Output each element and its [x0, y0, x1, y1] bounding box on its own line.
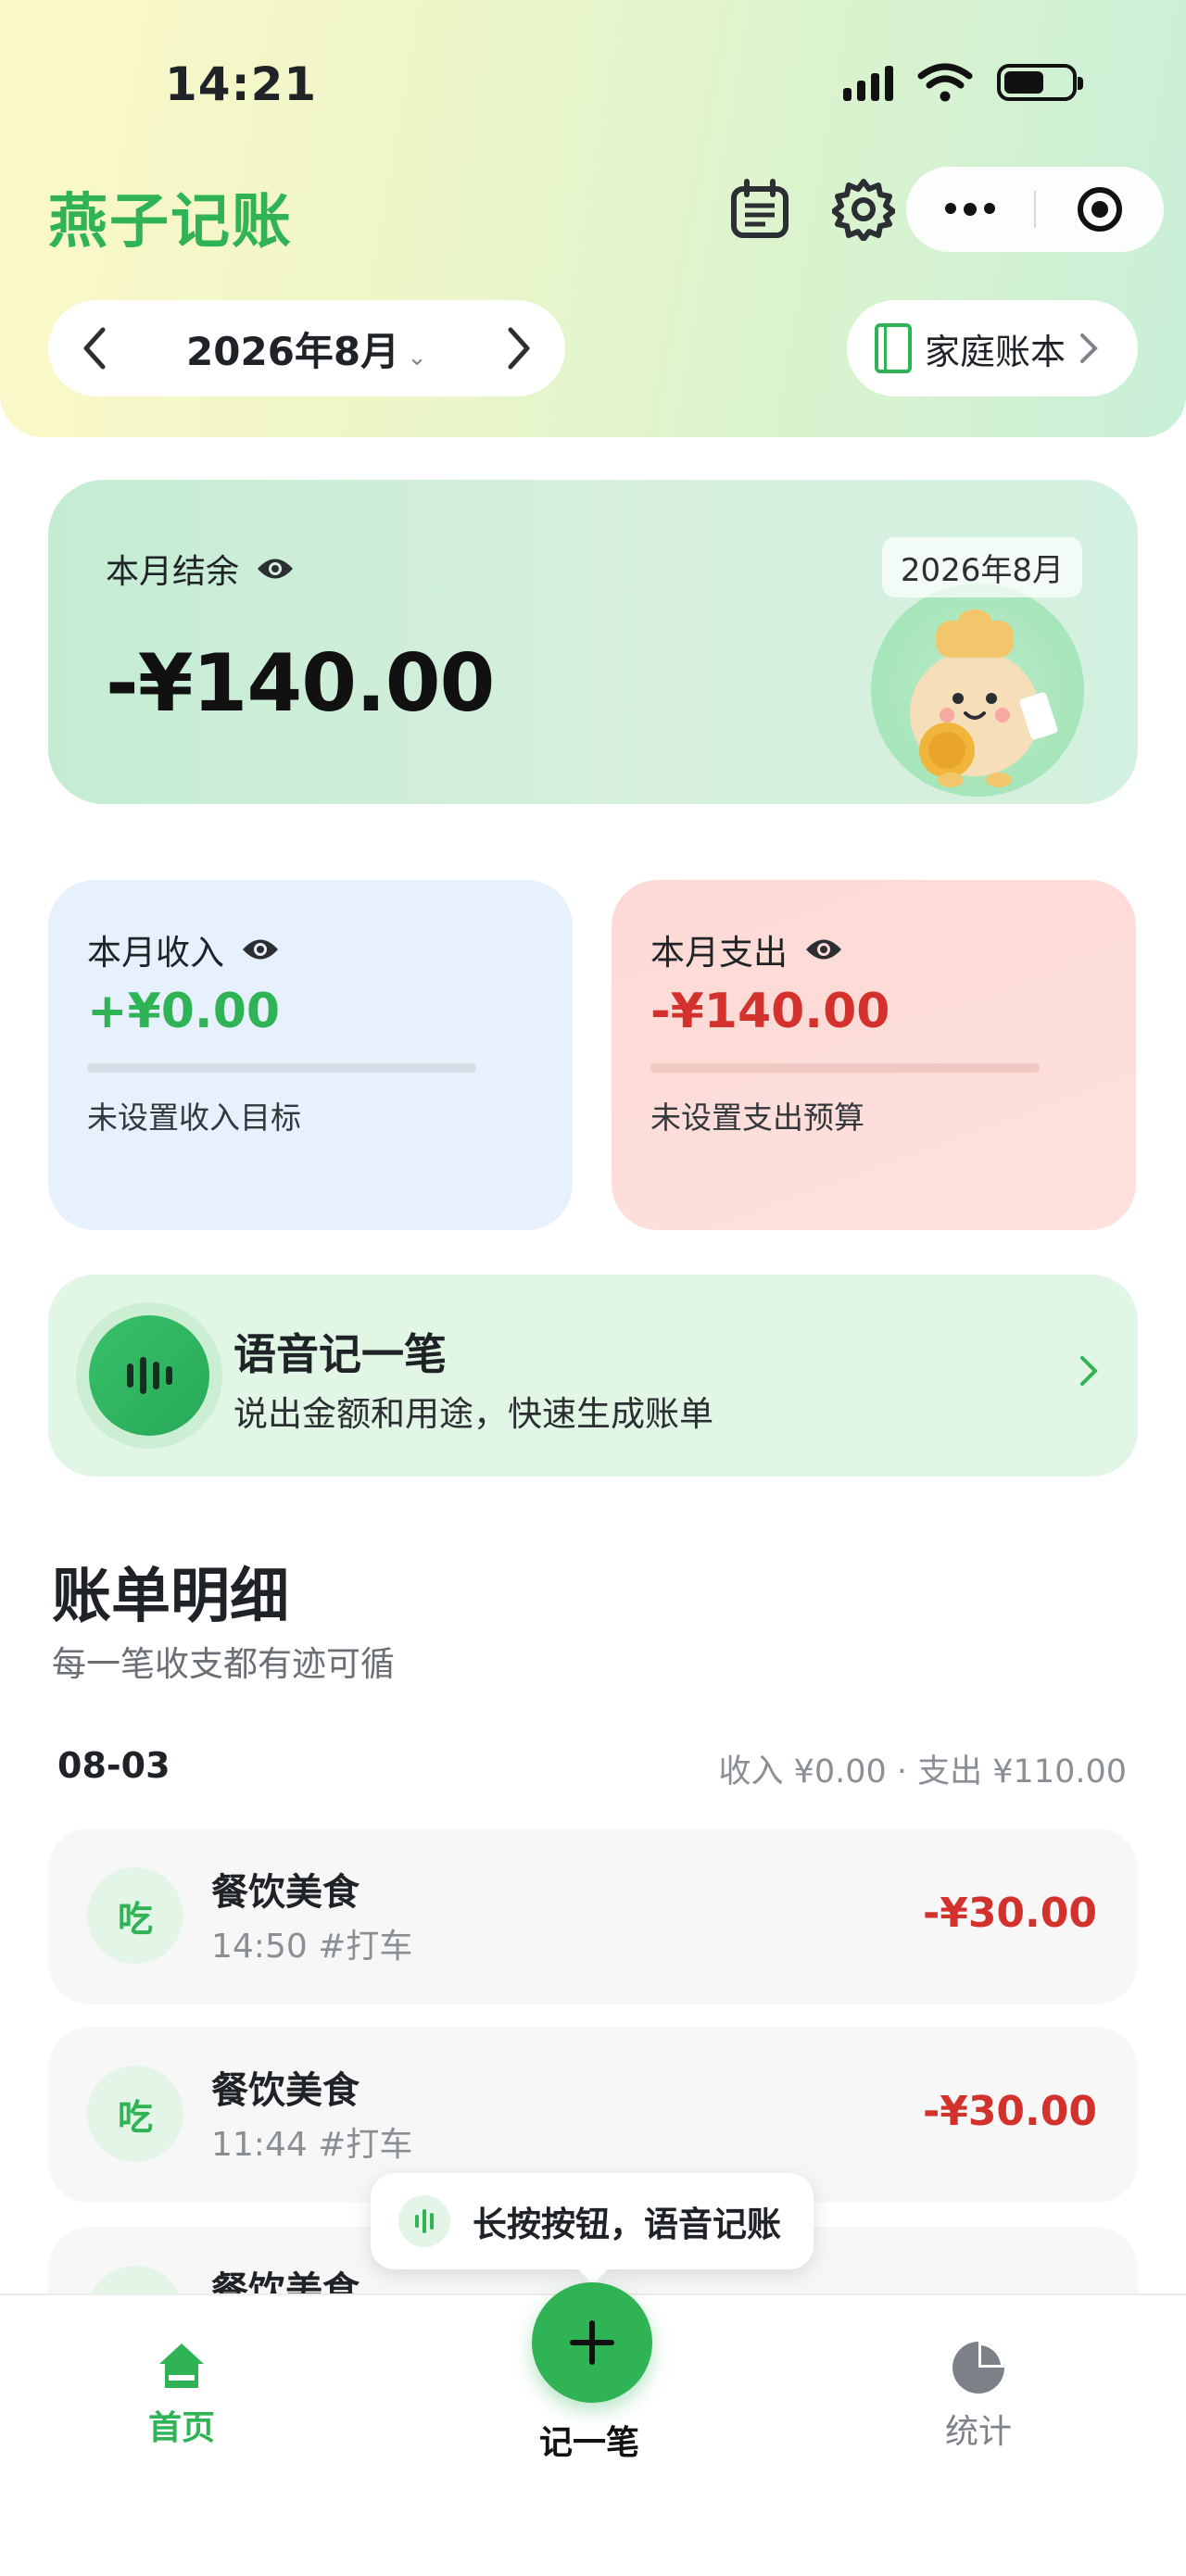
bills-subtitle: 每一笔收支都有迹可循: [52, 1644, 395, 1684]
expense-amount: -¥140.00: [650, 984, 890, 1039]
home-icon: [159, 2344, 204, 2388]
food-category-icon: 吃: [87, 1867, 183, 1964]
more-dots-icon[interactable]: [906, 203, 1034, 216]
record-icon[interactable]: [1036, 185, 1164, 233]
add-record-button[interactable]: [532, 2282, 652, 2403]
battery-icon: [997, 64, 1083, 101]
calendar-icon[interactable]: [728, 178, 791, 241]
mascot-illustration: [871, 584, 1084, 797]
day-summary: 收入 ¥0.00 · 支出 ¥110.00: [718, 1753, 1127, 1791]
month-dropdown[interactable]: 2026年8月 ⌄: [141, 320, 473, 377]
transaction-meta: 11:44 #打车: [211, 2126, 413, 2164]
book-selector-button[interactable]: 家庭账本: [847, 300, 1138, 396]
income-label: 本月收入: [87, 933, 224, 973]
eye-icon[interactable]: [804, 936, 843, 963]
food-category-icon: 吃: [87, 2066, 183, 2162]
income-amount: +¥0.00: [87, 984, 281, 1039]
signal-icon: [843, 64, 893, 101]
add-record-label: 记一笔: [539, 2424, 640, 2462]
chevron-right-icon: [1080, 333, 1098, 363]
expense-label-row: 本月支出: [650, 924, 843, 974]
voice-wave-icon: [398, 2195, 450, 2247]
transaction-category: 餐饮美食: [211, 1871, 360, 1914]
expense-budget-note: 未设置支出预算: [650, 1100, 864, 1136]
voice-title: 语音记一笔: [233, 1329, 447, 1379]
book-icon: [875, 323, 912, 373]
tooltip-text: 长按按钮，语音记账: [473, 2205, 781, 2244]
balance-label-row: 本月结余: [106, 545, 295, 593]
month-selector: 2026年8月 ⌄: [48, 300, 565, 396]
bottom-tab-bar: 首页 记一笔 统计: [0, 2282, 1186, 2576]
expense-progress-bar: [650, 1063, 1040, 1073]
transaction-amount: -¥30.00: [922, 2088, 1097, 2135]
income-progress-bar: [87, 1063, 476, 1073]
balance-month-tag: 2026年8月: [881, 537, 1082, 597]
income-label-row: 本月收入: [87, 924, 280, 974]
tab-stats[interactable]: 统计: [945, 2340, 1012, 2453]
chevron-left-icon: [83, 327, 106, 370]
mini-program-capsule: [906, 167, 1164, 252]
balance-label: 本月结余: [106, 553, 240, 591]
balance-card[interactable]: 本月结余 -¥140.00 2026年8月: [48, 480, 1138, 804]
expense-card[interactable]: 本月支出 -¥140.00 未设置支出预算: [612, 880, 1136, 1230]
balance-amount: -¥140.00: [106, 637, 495, 730]
tab-home-label: 首页: [148, 2409, 216, 2447]
expense-label: 本月支出: [650, 933, 788, 973]
tab-stats-label: 统计: [945, 2413, 1013, 2451]
chevron-right-icon: [1080, 1356, 1098, 1386]
book-label: 家庭账本: [925, 331, 1066, 372]
status-time: 14:21: [165, 57, 318, 111]
eye-icon[interactable]: [241, 936, 280, 963]
voice-subtitle: 说出金额和用途，快速生成账单: [233, 1394, 713, 1434]
app-title: 燕子记账: [48, 188, 293, 257]
chevron-down-icon: ⌄: [407, 343, 427, 371]
transaction-row[interactable]: 吃 餐饮美食 14:50 #打车 -¥30.00: [48, 1828, 1138, 2004]
transaction-amount: -¥30.00: [922, 1890, 1097, 1937]
eye-icon[interactable]: [256, 555, 295, 583]
status-icons: [843, 63, 1083, 102]
month-label: 2026年8月: [186, 328, 400, 374]
income-goal-note: 未设置收入目标: [87, 1100, 301, 1136]
wifi-icon: [917, 63, 973, 102]
gear-icon[interactable]: [832, 178, 895, 241]
transaction-meta: 14:50 #打车: [211, 1928, 413, 1966]
plus-icon: [570, 2320, 614, 2365]
pie-chart-icon: [953, 2342, 1004, 2394]
tab-home[interactable]: 首页: [148, 2340, 215, 2449]
income-card[interactable]: 本月收入 +¥0.00 未设置收入目标: [48, 880, 573, 1230]
next-month-button[interactable]: [473, 326, 565, 371]
voice-wave-icon: [89, 1315, 209, 1436]
prev-month-button[interactable]: [48, 326, 141, 371]
chevron-right-icon: [508, 327, 530, 370]
transaction-category: 餐饮美食: [211, 2069, 360, 2112]
bills-title: 账单明细: [52, 1563, 289, 1631]
voice-entry-card[interactable]: 语音记一笔 说出金额和用途，快速生成账单: [48, 1275, 1138, 1476]
voice-hint-tooltip: 长按按钮，语音记账: [371, 2173, 814, 2284]
day-date: 08-03: [57, 1745, 170, 1786]
